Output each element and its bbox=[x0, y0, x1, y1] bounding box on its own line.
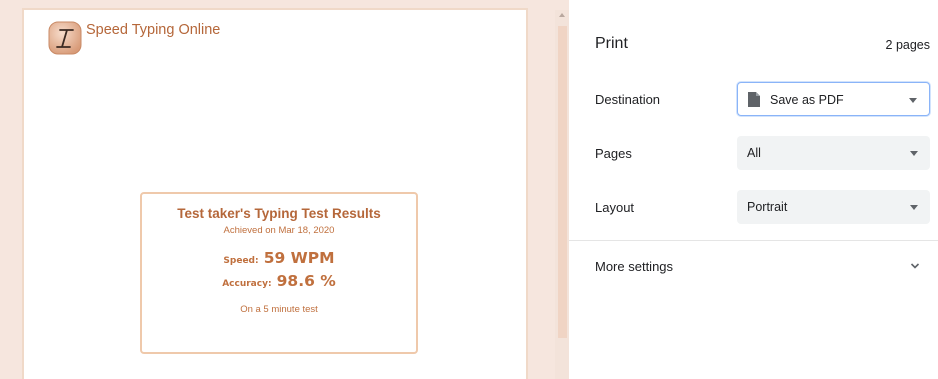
layout-select[interactable]: Portrait bbox=[737, 190, 930, 224]
print-title: Print bbox=[595, 35, 628, 52]
results-heading: Test taker's Typing Test Results bbox=[177, 206, 381, 221]
dropdown-arrow-icon bbox=[909, 98, 917, 103]
preview-page: Speed Typing Online Test taker's Typing … bbox=[22, 8, 528, 379]
italic-i-logo-icon bbox=[48, 21, 82, 55]
accuracy-label: Accuracy: bbox=[222, 279, 272, 289]
destination-label: Destination bbox=[595, 92, 661, 107]
print-settings-panel: Print 2 pages Destination Save as PDF Pa… bbox=[569, 0, 938, 379]
pages-value: All bbox=[747, 146, 761, 160]
document-icon bbox=[748, 92, 760, 107]
accuracy-value: 98.6 % bbox=[276, 272, 336, 290]
test-duration: On a 5 minute test bbox=[240, 304, 318, 315]
print-preview-area: Speed Typing Online Test taker's Typing … bbox=[0, 0, 569, 379]
destination-value: Save as PDF bbox=[770, 93, 844, 107]
more-settings-toggle[interactable]: More settings bbox=[595, 259, 673, 274]
layout-value: Portrait bbox=[747, 200, 788, 214]
scroll-up-arrow-icon[interactable] bbox=[557, 10, 567, 20]
layout-label: Layout bbox=[595, 200, 635, 215]
dropdown-arrow-icon bbox=[910, 205, 918, 210]
chevron-down-icon[interactable] bbox=[910, 262, 920, 270]
pages-label: Pages bbox=[595, 146, 632, 161]
accuracy-row: Accuracy: 98.6 % bbox=[142, 271, 416, 294]
speed-row: Speed: 59 WPM bbox=[142, 248, 416, 271]
page-count: 2 pages bbox=[885, 38, 930, 52]
preview-scrollbar-thumb[interactable] bbox=[558, 26, 567, 338]
speed-label: Speed: bbox=[223, 256, 259, 266]
speed-value: 59 WPM bbox=[263, 249, 335, 267]
destination-select[interactable]: Save as PDF bbox=[737, 82, 930, 116]
site-title: Speed Typing Online bbox=[86, 22, 221, 38]
settings-divider bbox=[569, 240, 938, 241]
results-card: Test taker's Typing Test Results Achieve… bbox=[140, 192, 418, 354]
pages-select[interactable]: All bbox=[737, 136, 930, 170]
dropdown-arrow-icon bbox=[910, 151, 918, 156]
results-date: Achieved on Mar 18, 2020 bbox=[223, 225, 335, 236]
